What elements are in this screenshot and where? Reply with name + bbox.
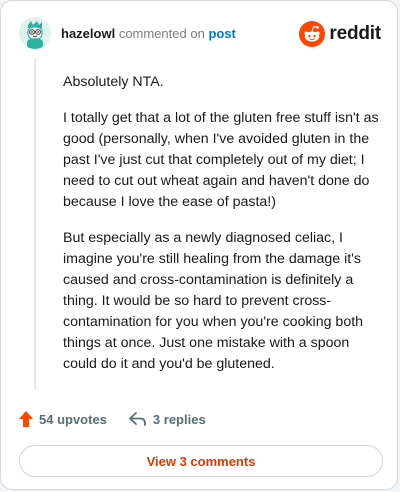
brand-wordmark: reddit: [329, 23, 381, 44]
comment-embed-card: hazelowl commented on post reddit Absolu…: [0, 0, 398, 490]
action-text: commented on: [118, 26, 205, 41]
replies-button[interactable]: 3 replies: [129, 412, 206, 427]
comment-paragraph: Absolutely NTA.: [63, 74, 164, 90]
avatar[interactable]: [19, 17, 51, 49]
view-comments-button[interactable]: View 3 comments: [19, 445, 383, 477]
upvotes-count: 54 upvotes: [39, 411, 107, 427]
replies-count: 3 replies: [152, 411, 206, 427]
comment-byline: hazelowl commented on post: [61, 26, 236, 42]
comment-body: Absolutely NTA. I totally get that a lot…: [63, 72, 383, 390]
reddit-logo-icon: [299, 21, 326, 47]
comment-paragraph: But especially as a newly diagnosed celi…: [63, 230, 364, 372]
post-link[interactable]: post: [208, 26, 235, 41]
comment-header: hazelowl commented on post reddit: [19, 17, 381, 51]
username-link[interactable]: hazelowl: [61, 26, 115, 41]
comment-paragraph: I totally get that a lot of the gluten f…: [63, 110, 379, 210]
upvote-button[interactable]: 54 upvotes: [19, 411, 107, 427]
upvote-arrow-icon: [19, 411, 33, 427]
comment-actions: 54 upvotes 3 replies: [19, 409, 228, 429]
reddit-brand[interactable]: reddit: [299, 21, 381, 47]
avatar-icon: [19, 17, 51, 49]
thread-line: [34, 59, 36, 389]
reply-arrow-icon: [129, 412, 146, 426]
